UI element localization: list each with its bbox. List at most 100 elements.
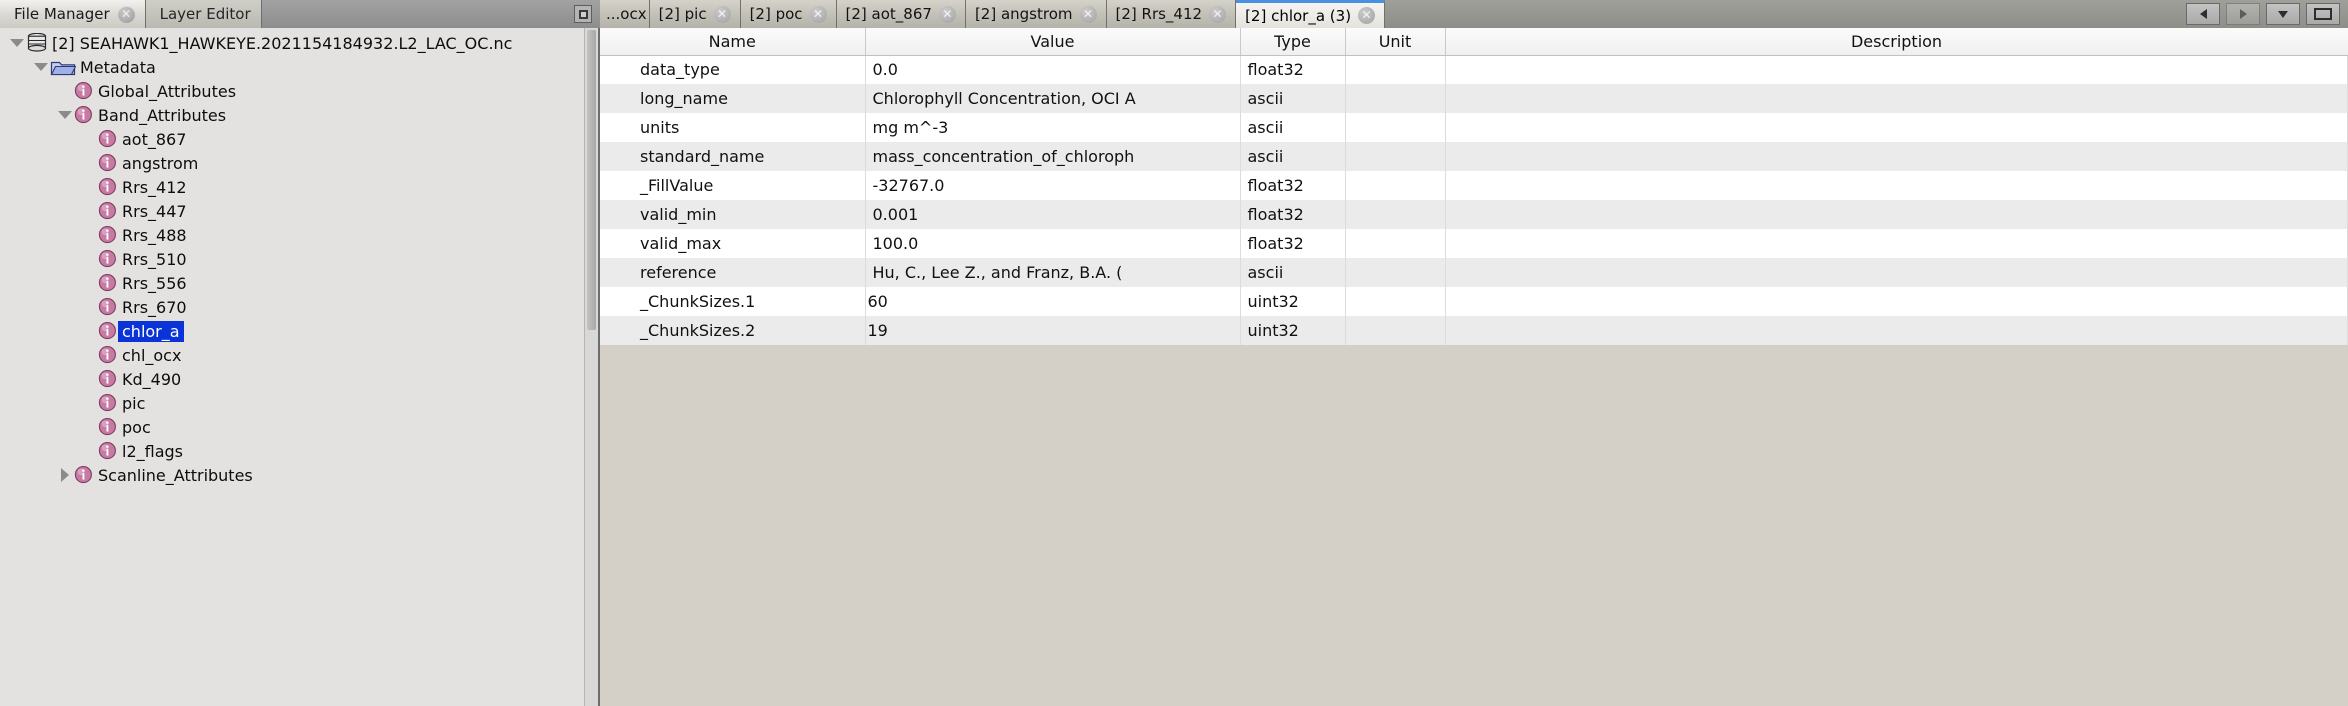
cell-value[interactable]: 19 (865, 316, 1241, 345)
table-row[interactable]: data_type 0.0 float32 (600, 55, 2348, 84)
twisty-open-icon[interactable] (32, 55, 50, 79)
tree-item-rrs_412[interactable]: Rrs_412 (0, 175, 584, 199)
cell-unit[interactable] (1345, 84, 1446, 113)
cell-description[interactable] (1445, 55, 2348, 84)
tree-item-rrs_556[interactable]: Rrs_556 (0, 271, 584, 295)
cell-type[interactable]: uint32 (1240, 316, 1346, 345)
cell-unit[interactable] (1345, 171, 1446, 200)
cell-unit[interactable] (1345, 142, 1446, 171)
cell-unit[interactable] (1345, 316, 1446, 345)
tree-item-rrs_447[interactable]: Rrs_447 (0, 199, 584, 223)
table-row[interactable]: long_name Chlorophyll Concentration, OCI … (600, 84, 2348, 113)
cell-value[interactable]: 0.0 (865, 55, 1241, 84)
table-row[interactable]: units mg m^-3 ascii (600, 113, 2348, 142)
table-row[interactable]: _FillValue -32767.0 float32 (600, 171, 2348, 200)
cell-value[interactable]: 100.0 (865, 229, 1241, 258)
cell-type[interactable]: ascii (1240, 113, 1346, 142)
tree-item-angstrom[interactable]: angstrom (0, 151, 584, 175)
cell-name[interactable]: data_type (600, 55, 866, 84)
tab-scroll-left-button[interactable] (2186, 3, 2220, 25)
column-header-description[interactable]: Description (1445, 28, 2348, 56)
cell-type[interactable]: float32 (1240, 229, 1346, 258)
document-tab-2-angstrom[interactable]: [2] angstrom ✕ (965, 0, 1107, 28)
close-icon[interactable]: ✕ (1358, 7, 1376, 24)
cell-description[interactable] (1445, 142, 2348, 171)
column-header-name[interactable]: Name (600, 28, 866, 56)
twisty-open-icon[interactable] (8, 31, 26, 55)
tab-scroll-right-button[interactable] (2226, 3, 2260, 25)
cell-type[interactable]: float32 (1240, 200, 1346, 229)
tree-item-rrs_510[interactable]: Rrs_510 (0, 247, 584, 271)
tree-vertical-scrollbar[interactable] (584, 28, 598, 706)
cell-name[interactable]: _ChunkSizes.1 (600, 287, 866, 316)
cell-description[interactable] (1445, 229, 2348, 258)
document-tab-2-rrs-412[interactable]: [2] Rrs_412 ✕ (1106, 0, 1237, 28)
cell-value[interactable]: 60 (865, 287, 1241, 316)
tree-item-chlor_a[interactable]: chlor_a (0, 319, 584, 343)
column-header-value[interactable]: Value (865, 28, 1241, 56)
tree-item-l2_flags[interactable]: l2_flags (0, 439, 584, 463)
cell-unit[interactable] (1345, 258, 1446, 287)
table-row[interactable]: reference Hu, C., Lee Z., and Franz, B.A.… (600, 258, 2348, 287)
cell-value[interactable]: Chlorophyll Concentration, OCI A (865, 84, 1241, 113)
cell-name[interactable]: _FillValue (600, 171, 866, 200)
tree-view[interactable]: [2] SEAHAWK1_HAWKEYE.2021154184932.L2_LA… (0, 28, 584, 706)
tree-item-poc[interactable]: poc (0, 415, 584, 439)
close-icon[interactable]: ✕ (809, 5, 827, 23)
cell-type[interactable]: float32 (1240, 171, 1346, 200)
cell-description[interactable] (1445, 258, 2348, 287)
cell-value[interactable]: Hu, C., Lee Z., and Franz, B.A. ( (865, 258, 1241, 287)
cell-unit[interactable] (1345, 229, 1446, 258)
cell-name[interactable]: valid_min (600, 200, 866, 229)
cell-type[interactable]: ascii (1240, 84, 1346, 113)
tree-item-pic[interactable]: pic (0, 391, 584, 415)
restore-window-icon[interactable] (574, 5, 592, 23)
cell-unit[interactable] (1345, 287, 1446, 316)
tree-item-scanline_attributes[interactable]: Scanline_Attributes (0, 463, 584, 487)
cell-type[interactable]: float32 (1240, 55, 1346, 84)
tree-scrollbar-thumb[interactable] (587, 30, 596, 330)
table-row[interactable]: standard_name mass_concentration_of_chlor… (600, 142, 2348, 171)
cell-description[interactable] (1445, 200, 2348, 229)
close-icon[interactable]: ✕ (713, 5, 731, 23)
cell-type[interactable]: ascii (1240, 142, 1346, 171)
cell-name[interactable]: units (600, 113, 866, 142)
cell-description[interactable] (1445, 84, 2348, 113)
table-row[interactable]: valid_max 100.0 float32 (600, 229, 2348, 258)
cell-name[interactable]: long_name (600, 84, 866, 113)
document-tab-2-chlor-a-3[interactable]: [2] chlor_a (3) ✕ (1236, 0, 1386, 28)
twisty-open-icon[interactable] (56, 103, 74, 127)
cell-name[interactable]: reference (600, 258, 866, 287)
tab-list-dropdown-button[interactable] (2266, 3, 2300, 25)
tree-item-kd_490[interactable]: Kd_490 (0, 367, 584, 391)
tree-item-aot_867[interactable]: aot_867 (0, 127, 584, 151)
left-tab-layer-editor[interactable]: Layer Editor (145, 0, 262, 28)
left-tab-file-manager[interactable]: File Manager ✕ (0, 0, 146, 28)
tree-item-rrs_670[interactable]: Rrs_670 (0, 295, 584, 319)
tree-item-band_attributes[interactable]: Band_Attributes (0, 103, 584, 127)
tree-item-global_attributes[interactable]: Global_Attributes (0, 79, 584, 103)
document-tab-ocx[interactable]: ...ocx (600, 0, 650, 28)
cell-value[interactable]: 0.001 (865, 200, 1241, 229)
twisty-closed-icon[interactable] (56, 463, 74, 487)
cell-description[interactable] (1445, 171, 2348, 200)
maximize-pane-button[interactable] (2306, 3, 2340, 25)
table-row[interactable]: _ChunkSizes.1 60 uint32 (600, 287, 2348, 316)
document-tab-2-pic[interactable]: [2] pic ✕ (649, 0, 741, 28)
cell-type[interactable]: ascii (1240, 258, 1346, 287)
close-icon[interactable]: ✕ (938, 5, 956, 23)
document-tab-2-aot-867[interactable]: [2] aot_867 ✕ (836, 0, 966, 28)
tree-item--2-seahawk1_hawkeye-2021154184932-l2_lac_oc-nc[interactable]: [2] SEAHAWK1_HAWKEYE.2021154184932.L2_LA… (0, 31, 584, 55)
tree-item-metadata[interactable]: Metadata (0, 55, 584, 79)
table-row[interactable]: valid_min 0.001 float32 (600, 200, 2348, 229)
close-icon[interactable]: ✕ (117, 5, 135, 23)
table-row[interactable]: _ChunkSizes.2 19 uint32 (600, 316, 2348, 345)
cell-name[interactable]: valid_max (600, 229, 866, 258)
cell-type[interactable]: uint32 (1240, 287, 1346, 316)
cell-unit[interactable] (1345, 55, 1446, 84)
cell-value[interactable]: mg m^-3 (865, 113, 1241, 142)
cell-unit[interactable] (1345, 200, 1446, 229)
cell-description[interactable] (1445, 113, 2348, 142)
cell-value[interactable]: -32767.0 (865, 171, 1241, 200)
cell-description[interactable] (1445, 316, 2348, 345)
